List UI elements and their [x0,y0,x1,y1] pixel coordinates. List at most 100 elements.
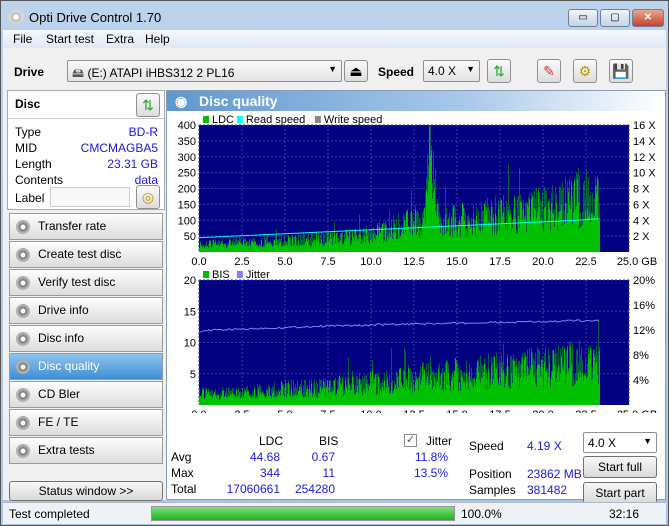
test-speed-select[interactable]: 4.0 X ▼ [583,432,657,453]
ldc-bar [528,206,529,252]
bis-bar [512,383,513,405]
bis-value: 254280 [294,482,335,496]
bis-bar [365,376,366,405]
nav-extra-tests[interactable]: Extra tests [9,437,163,464]
ldc-bar [338,242,339,252]
bis-bar [452,375,453,405]
nav-verify-test-disc[interactable]: Verify test disc [9,269,163,296]
ldc-bar [380,231,381,252]
save-button[interactable]: 💾 [609,59,633,83]
ldc-bar [286,242,287,252]
speed-select[interactable]: 4.0 X ▼ [423,60,480,82]
nav-transfer-rate[interactable]: Transfer rate [9,213,163,240]
bis-bar [453,390,454,405]
start-part-button[interactable]: Start part [583,482,657,504]
ldc-bar [292,234,293,252]
start-full-button[interactable]: Start full [583,456,657,478]
bis-bar [504,374,505,405]
ldc-bar [551,192,552,252]
nav-drive-info[interactable]: Drive info [9,297,163,324]
ldc-bar [453,206,454,252]
ldc-bar [421,235,422,252]
jitter-checkbox[interactable]: ✓ [404,434,417,447]
bis-bar [525,353,526,405]
bis-bar [356,376,357,405]
ldc-bar [592,214,593,252]
bis-bar [304,396,305,405]
nav-disc-quality[interactable]: Disc quality [9,353,163,380]
bis-bar [395,384,396,405]
bis-bar [208,388,209,405]
eject-button[interactable]: ⏏ [344,60,368,82]
progress-bar [151,506,455,521]
ldc-bar [310,237,311,252]
bis-bar [540,366,541,405]
bis-bar [502,373,503,405]
minimize-button[interactable]: ▭ [568,9,598,27]
nav-cd-bler[interactable]: CD Bler [9,381,163,408]
close-button[interactable]: ✕ [632,9,664,27]
ldc-bar [595,176,596,252]
drive-select[interactable]: 🖴 (E:) ATAPI iHBS312 2 PL16 ▼ [67,60,342,82]
ldc-bar [207,245,208,252]
bis-bar [427,376,428,405]
nav-create-test-disc[interactable]: Create test disc [9,241,163,268]
bis-bar [239,392,240,405]
bis-bar [336,393,337,405]
bis-bar [432,371,433,405]
legend-swatch [314,116,321,123]
bis-bar [370,373,371,405]
maximize-button[interactable]: ▢ [600,9,630,27]
x-tick-label: 20.0 [532,409,553,413]
label-apply-button[interactable]: ◎ [136,185,160,209]
bis-bar [472,378,473,405]
ldc-bar [318,235,319,252]
ldc-bar [471,227,472,252]
nav-disc-info[interactable]: Disc info [9,325,163,352]
bis-bar [334,380,335,405]
ldc-bar [211,247,212,252]
label-input[interactable] [50,187,130,207]
status-window-button[interactable]: Status window >> [9,481,163,501]
ldc-bar [492,207,493,252]
ldc-bar [306,238,307,252]
window-title: Opti Drive Control 1.70 [29,10,162,25]
bis-bar [288,380,289,405]
bis-bar [569,341,570,405]
bis-bar [372,359,373,405]
ldc-bar [257,243,258,252]
jitter-value: 13.5% [413,466,448,480]
bis-bar [301,387,302,405]
ldc-bar [209,239,210,252]
bis-bar [217,393,218,405]
erase-button[interactable]: ✎ [537,59,561,83]
bis-bar [573,385,574,405]
ldc-bar [359,234,360,252]
settings-button[interactable]: ⚙ [573,59,597,83]
bis-bar [526,376,527,405]
bis-bar [452,371,453,405]
ldc-bar [271,242,272,252]
ldc-bar [264,246,265,252]
ldc-bar [442,235,443,252]
menu-help[interactable]: Help [145,32,170,46]
bis-value: 11 [322,466,335,480]
menu-file[interactable]: File [13,32,32,46]
bis-bar [572,386,573,405]
ldc-bar [204,244,205,252]
bis-bar [575,383,576,405]
bis-bar [414,384,415,405]
refresh-button[interactable]: ⇅ [487,59,511,83]
x-tick-label: 22.5 [575,256,596,268]
bis-bar [568,371,569,405]
client-area: Drive 🖴 (E:) ATAPI iHBS312 2 PL16 ▼ ⏏ Spe… [3,48,666,504]
ldc-bar [284,236,285,252]
disc-refresh-button[interactable]: ⇅ [136,93,160,117]
menu-extra[interactable]: Extra [106,32,134,46]
nav-fe-te[interactable]: FE / TE [9,409,163,436]
ldc-bar [343,244,344,252]
ldc-bar [305,241,306,252]
ldc-bar [591,211,592,252]
menu-start-test[interactable]: Start test [46,32,94,46]
bis-bar [475,385,476,405]
